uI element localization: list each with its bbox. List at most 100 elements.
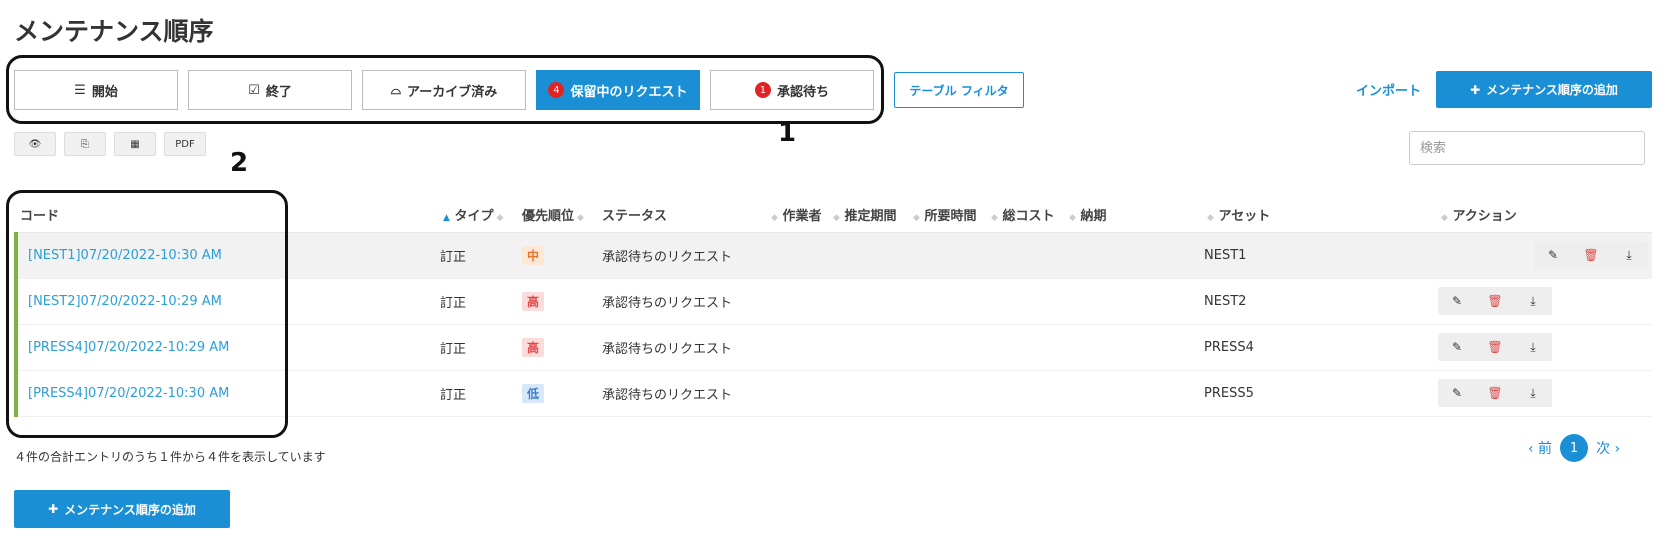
inbox-icon: ⌓ [390,82,402,98]
sort-asc-icon: ▲ [443,213,450,224]
prev-page-link[interactable]: ‹ 前 [1528,438,1552,458]
table-row: [NEST2]07/20/2022-10:29 AM 訂正 高 承認待ちのリクエ… [14,278,1652,325]
edit-icon[interactable]: ✎ [1438,379,1476,407]
tab-pending-requests[interactable]: 4 保留中のリクエスト [536,70,700,110]
action-cell: ✎ 🗑 ⤓ [1434,278,1652,325]
column-header-status[interactable]: ステータス [598,198,764,233]
callout-number-1: 1 [778,118,797,148]
delete-icon[interactable]: 🗑 [1572,241,1610,269]
callout-number-2: 2 [230,148,249,178]
plus-icon: ✚ [48,502,59,516]
code-link[interactable]: [NEST1]07/20/2022-10:30 AM [28,248,222,263]
sort-icon: ◆ [833,213,840,224]
table-icon[interactable]: ▦ [114,132,156,156]
priority-cell: 高 [518,278,598,325]
sort-icon: ◆ [1069,213,1076,224]
download-icon[interactable]: ⤓ [1514,379,1552,407]
code-cell[interactable]: [PRESS4]07/20/2022-10:30 AM [14,370,436,417]
column-header-estimate[interactable]: ◆ 推定期間 [826,198,906,233]
delete-icon[interactable]: 🗑 [1476,379,1514,407]
action-cell: ✎ 🗑 ⤓ [1434,324,1652,371]
add-maintenance-order-button[interactable]: ✚ メンテナンス順序の追加 [1436,71,1652,108]
column-header-priority[interactable]: 優先順位 ◆ [518,198,598,233]
type-cell: 訂正 [436,324,518,371]
priority-badge: 中 [522,245,545,265]
status-cell: 承認待ちのリクエスト [598,370,764,417]
type-cell: 訂正 [436,232,518,279]
column-header-worker[interactable]: ◆ 作業者 [764,198,826,233]
tab-label: 開始 [91,84,118,100]
column-header-code[interactable]: コード [16,198,436,233]
tab-open[interactable]: ☰ 開始 [14,70,178,110]
tab-label: 保留中のリクエスト [570,84,688,100]
delete-icon[interactable]: 🗑 [1476,287,1514,315]
priority-cell: 低 [518,370,598,417]
add-maintenance-order-button-bottom[interactable]: ✚ メンテナンス順序の追加 [14,490,230,528]
status-cell: 承認待ちのリクエスト [598,232,764,279]
tab-finished[interactable]: ☑ 終了 [188,70,352,110]
eye-icon[interactable]: 👁 [14,132,56,156]
edit-icon[interactable]: ✎ [1438,287,1476,315]
code-cell[interactable]: [PRESS4]07/20/2022-10:29 AM [14,324,436,371]
copy-icon[interactable]: ⎘ [64,132,106,156]
table-row: [PRESS4]07/20/2022-10:29 AM 訂正 高 承認待ちのリク… [14,324,1652,371]
download-icon[interactable]: ⤓ [1514,287,1552,315]
code-cell[interactable]: [NEST2]07/20/2022-10:29 AM [14,278,436,325]
tab-label: 終了 [265,84,292,100]
tab-label: アーカイブ済み [407,84,498,100]
sort-icon: ◆ [1207,213,1214,224]
code-link[interactable]: [NEST2]07/20/2022-10:29 AM [28,294,222,309]
sort-icon: ◆ [1441,213,1448,224]
code-cell[interactable]: [NEST1]07/20/2022-10:30 AM [14,232,436,279]
sort-icon: ◆ [771,213,778,224]
pagination: ‹ 前 1 次 › [1528,434,1620,462]
code-link[interactable]: [PRESS4]07/20/2022-10:29 AM [28,340,229,355]
tab-awaiting-approval[interactable]: 1 承認待ち [710,70,874,110]
priority-badge: 高 [522,337,545,357]
type-cell: 訂正 [436,278,518,325]
column-header-type[interactable]: ▲ タイプ ◆ [436,198,518,233]
asset-cell: NEST2 [1200,278,1434,325]
sort-icon: ◆ [913,213,920,224]
type-cell: 訂正 [436,370,518,417]
table-filter-button[interactable]: テーブル フィルタ [894,72,1024,108]
next-page-link[interactable]: 次 › [1596,438,1620,458]
column-header-cost[interactable]: ◆ 総コスト [984,198,1062,233]
add-button-label: メンテナンス順序の追加 [64,502,196,517]
asset-cell: NEST1 [1200,232,1434,279]
priority-cell: 高 [518,324,598,371]
column-header-duration[interactable]: ◆ 所要時間 [906,198,984,233]
column-header-asset[interactable]: ◆ アセット [1200,198,1434,233]
current-page-button[interactable]: 1 [1560,434,1589,462]
priority-cell: 中 [518,232,598,279]
export-toolbar: 👁 ⎘ ▦ PDF [14,132,206,156]
status-tab-group: ☰ 開始 ☑ 終了 ⌓ アーカイブ済み 4 保留中のリクエスト 1 承認待ち [14,70,874,110]
count-badge: 4 [548,82,565,98]
maintenance-order-table: コード ▲ タイプ ◆ 優先順位 ◆ ステータス ◆ 作業者 ◆ 推定期間 ◆ 所要… [14,198,1652,417]
download-icon[interactable]: ⤓ [1610,241,1648,269]
tab-label: 承認待ち [776,84,829,100]
column-header-action[interactable]: ◆ アクション [1434,198,1652,233]
table-header-row: コード ▲ タイプ ◆ 優先順位 ◆ ステータス ◆ 作業者 ◆ 推定期間 ◆ 所要… [16,198,1652,233]
table-row: [PRESS4]07/20/2022-10:30 AM 訂正 低 承認待ちのリク… [14,370,1652,417]
edit-icon[interactable]: ✎ [1438,333,1476,361]
priority-badge: 高 [522,291,545,311]
status-cell: 承認待ちのリクエスト [598,278,764,325]
asset-cell: PRESS5 [1200,370,1434,417]
code-link[interactable]: [PRESS4]07/20/2022-10:30 AM [28,386,229,401]
priority-badge: 低 [522,383,545,403]
check-square-icon: ☑ [248,82,260,98]
add-button-label: メンテナンス順序の追加 [1486,83,1618,97]
import-link[interactable]: インポート [1356,80,1421,99]
column-header-due[interactable]: ◆ 納期 [1062,198,1200,233]
entries-info: ４件の合計エントリのうち１件から４件を表示しています [14,450,326,464]
tab-archived[interactable]: ⌓ アーカイブ済み [362,70,526,110]
plus-icon: ✚ [1470,82,1481,97]
delete-icon[interactable]: 🗑 [1476,333,1514,361]
edit-icon[interactable]: ✎ [1534,241,1572,269]
action-cell: ✎ 🗑 ⤓ [1434,370,1652,417]
download-icon[interactable]: ⤓ [1514,333,1552,361]
page-title: メンテナンス順序 [14,17,214,46]
search-input[interactable] [1409,131,1645,165]
pdf-button[interactable]: PDF [164,132,206,156]
